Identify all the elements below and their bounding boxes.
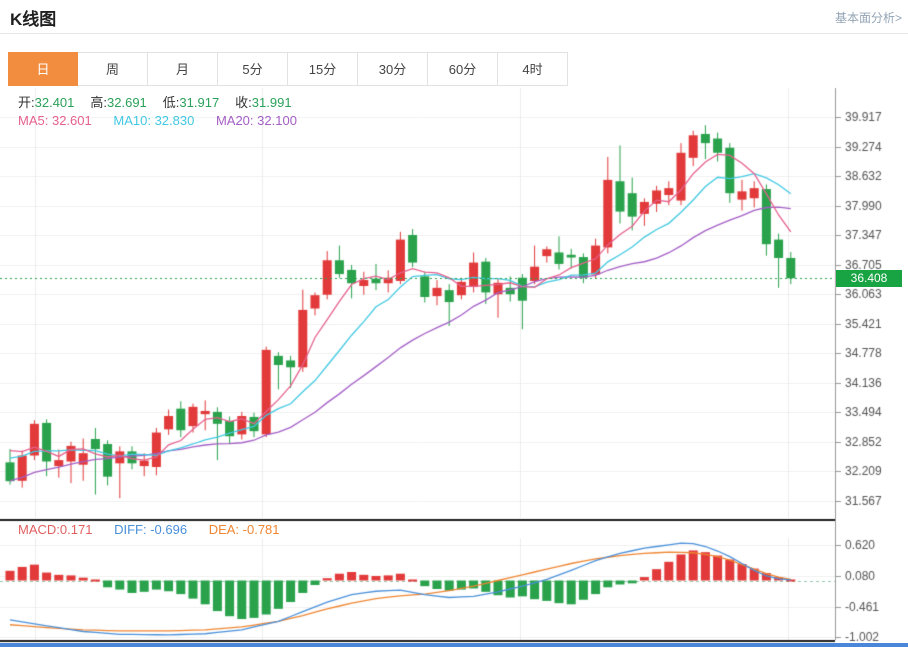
ma10-label: MA10:: [113, 113, 151, 128]
ohlc-readout: 开:32.401 高:32.691 低:31.917 收:31.991: [18, 92, 308, 111]
low-value: 31.917: [179, 95, 219, 110]
close-value: 31.991: [252, 95, 292, 110]
h-scrollbar[interactable]: [0, 643, 908, 647]
ma10-value: 32.830: [155, 113, 195, 128]
high-value: 32.691: [107, 95, 147, 110]
ma5-label: MA5:: [18, 113, 48, 128]
ma-readout: MA5: 32.601 MA10: 32.830 MA20: 32.100: [18, 113, 315, 128]
current-price-tag: 36.408: [836, 270, 902, 287]
ma20-label: MA20:: [216, 113, 254, 128]
diff-value: -0.696: [150, 522, 187, 537]
high-label: 高:: [90, 95, 107, 110]
ma5-value: 32.601: [52, 113, 92, 128]
macd-label: MACD:: [18, 522, 60, 537]
open-label: 开:: [18, 95, 35, 110]
macd-value: 0.171: [60, 522, 93, 537]
ma20-value: 32.100: [257, 113, 297, 128]
dea-value: -0.781: [243, 522, 280, 537]
kline-page: K线图 基本面分析> 日 周 月 5分 15分 30分 60分 4时 开:32.…: [0, 0, 908, 647]
diff-label: DIFF:: [114, 522, 147, 537]
close-label: 收:: [235, 95, 252, 110]
low-label: 低:: [163, 95, 180, 110]
dea-label: DEA:: [209, 522, 239, 537]
macd-readout: MACD:0.171 DIFF: -0.696 DEA: -0.781: [18, 522, 298, 537]
open-value: 32.401: [35, 95, 75, 110]
